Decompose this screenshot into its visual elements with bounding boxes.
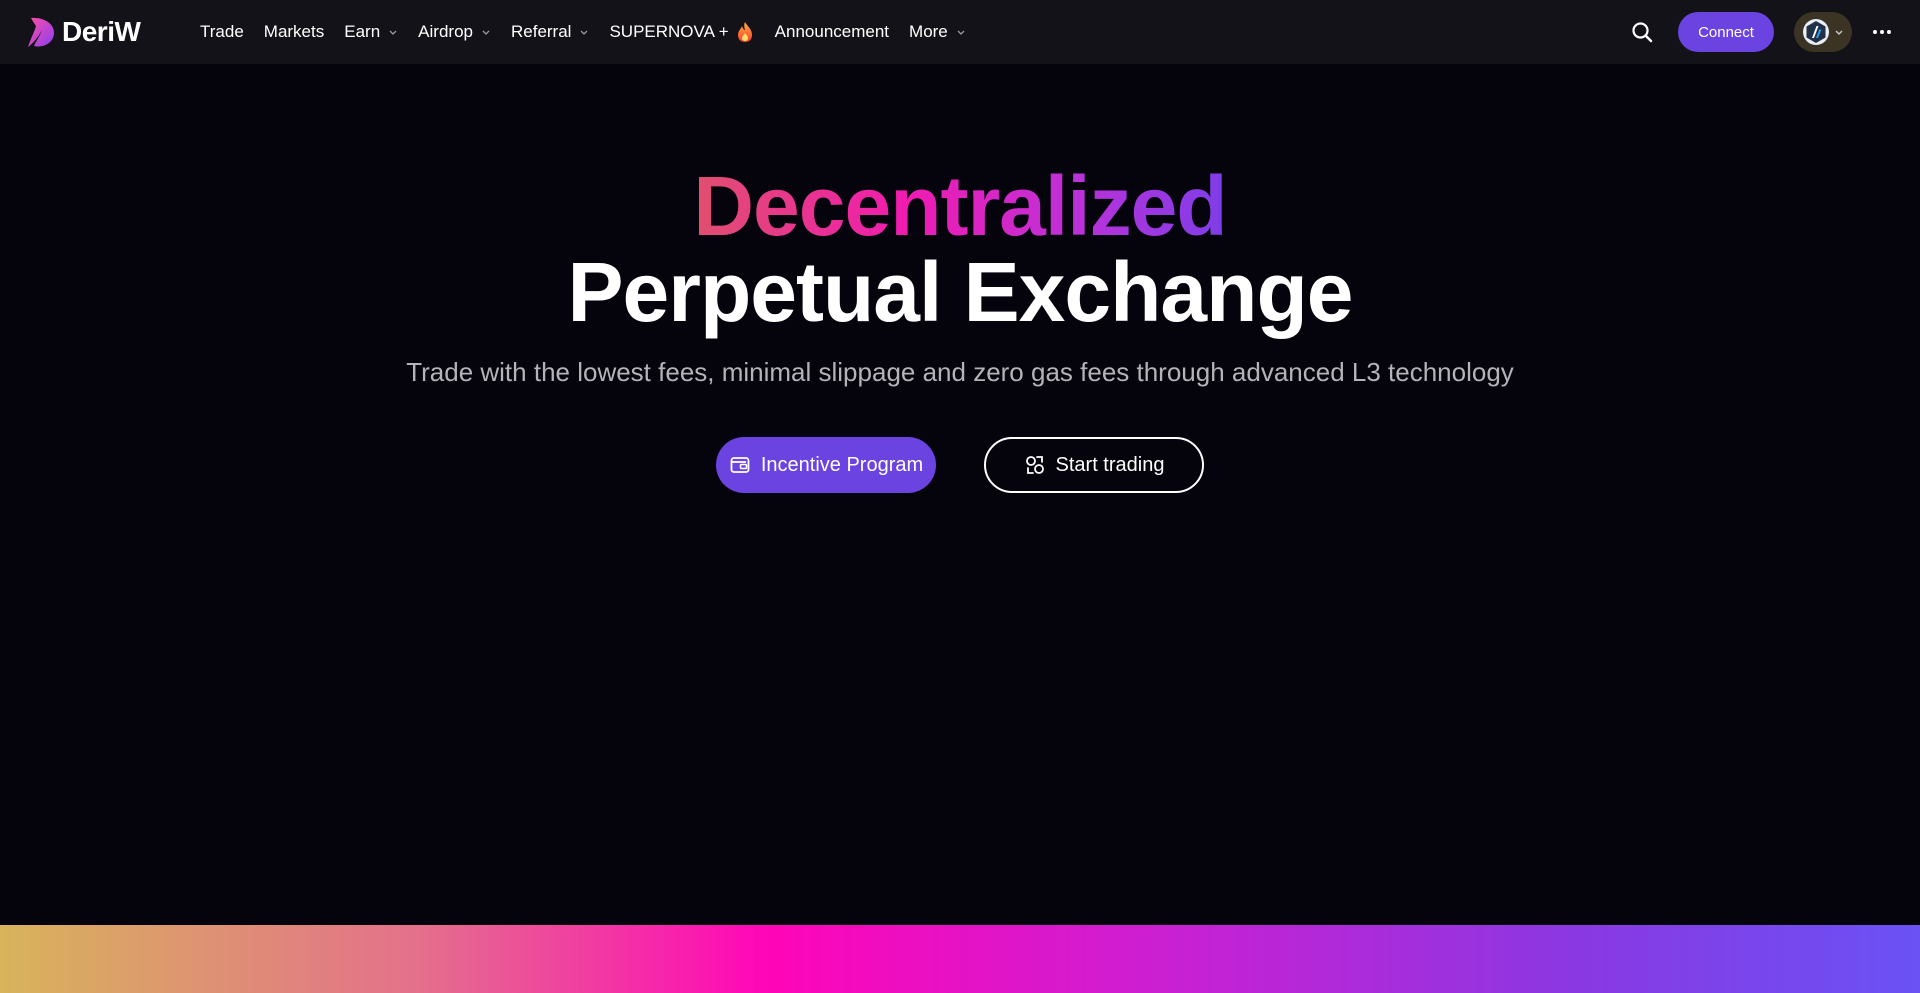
deriw-logo-icon [28,17,55,47]
hero-subtitle: Trade with the lowest fees, minimal slip… [406,357,1514,387]
nav-airdrop[interactable]: Airdrop [418,22,491,42]
nav-earn[interactable]: Earn [344,22,398,42]
chevron-down-icon [1835,30,1843,35]
hero-title-line2: Perpetual Exchange [567,245,1354,339]
incentive-program-label: Incentive Program [760,453,924,476]
nav-airdrop-label: Airdrop [418,22,473,41]
start-trading-button[interactable]: Start trading [984,437,1204,493]
nav-referral-label: Referral [510,22,572,41]
start-trading-label: Start trading [1055,453,1165,476]
chevron-down-icon [957,30,965,35]
hero-title-line1: Decentralized [693,159,1227,253]
brand-name: DeriW [62,16,141,47]
main-nav: Trade Markets Earn Airdrop Referral SUPE… [200,0,986,64]
brand-logo[interactable]: DeriW [22,14,141,50]
nav-trade[interactable]: Trade [200,22,244,42]
nav-more-label: More [909,22,948,41]
trading-icon [1025,456,1044,474]
nav-announcement[interactable]: Announcement [775,22,889,42]
search-icon[interactable] [1630,20,1654,44]
nav-earn-label: Earn [344,22,381,41]
incentive-program-button[interactable]: Incentive Program [716,437,936,493]
nav-markets-label: Markets [263,22,325,41]
arbitrum-icon [1803,19,1829,45]
nav-announcement-label: Announcement [774,22,890,41]
nav-more[interactable]: More [909,22,966,42]
nav-markets[interactable]: Markets [264,22,324,42]
nav-supernova-label: SUPERNOVA + [609,22,729,41]
nav-referral[interactable]: Referral [511,22,589,42]
chevron-down-icon [389,30,397,35]
chevron-down-icon [482,30,490,35]
flame-icon [737,22,752,42]
wallet-icon [730,457,750,473]
connect-button[interactable]: Connect [1678,12,1774,52]
hero-title-gradient: Decentralized [0,158,1920,254]
top-navbar: DeriW Trade Markets Earn Airdrop Referra… [0,0,1920,64]
network-selector[interactable] [1794,12,1852,52]
nav-supernova[interactable]: SUPERNOVA + [609,21,754,43]
ellipsis-icon [1873,30,1891,34]
chevron-down-icon [580,30,588,35]
gradient-banner [0,925,1920,993]
more-dots-icon[interactable] [1870,22,1894,42]
nav-trade-label: Trade [200,22,244,41]
